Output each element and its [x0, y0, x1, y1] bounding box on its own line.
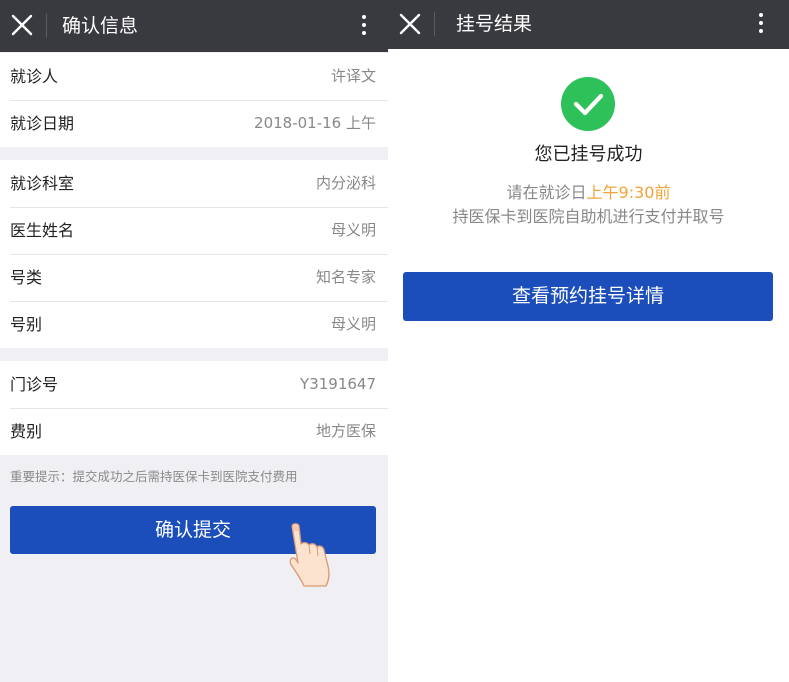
- info-row-department: 就诊科室 内分泌科: [0, 160, 388, 207]
- clinic-number-label: 门诊号: [10, 375, 59, 394]
- arrival-instruction: 请在就诊日上午9:30前: [388, 182, 789, 204]
- title-divider: [434, 12, 435, 36]
- info-row-doctor: 医生姓名 母义明: [0, 207, 388, 254]
- doctor-label: 医生姓名: [10, 221, 75, 240]
- patient-label: 就诊人: [10, 67, 59, 86]
- fee-type-value: 地方医保: [315, 422, 376, 440]
- info-row-ticket-type: 号类 知名专家: [0, 254, 388, 301]
- billing-info-group: 门诊号 Y3191647 费别 地方医保: [0, 361, 388, 455]
- confirm-top-bar: 确认信息: [0, 0, 388, 52]
- patient-value: 许译文: [330, 67, 376, 85]
- doctor-info-group: 就诊科室 内分泌科 医生姓名 母义明 号类 知名专家 号别 母义明: [0, 160, 388, 348]
- info-row-ticket-name: 号别 母义明: [0, 301, 388, 348]
- ticket-type-label: 号类: [10, 268, 43, 287]
- info-row-fee-type: 费别 地方医保: [0, 408, 388, 455]
- ticket-type-value: 知名专家: [315, 268, 376, 286]
- arrival-instruction-prefix: 请在就诊日: [506, 183, 587, 202]
- visit-date-label: 就诊日期: [10, 114, 75, 133]
- patient-info-group: 就诊人 许译文 就诊日期 2018-01-16 上午: [0, 53, 388, 147]
- title-divider: [46, 14, 47, 38]
- clinic-number-value: Y3191647: [300, 375, 376, 393]
- doctor-value: 母义明: [330, 221, 376, 239]
- ticket-name-value: 母义明: [330, 315, 376, 333]
- payment-instruction: 持医保卡到医院自助机进行支付并取号: [452, 207, 725, 226]
- fee-type-label: 费别: [10, 422, 43, 441]
- view-appointment-details-button[interactable]: 查看预约挂号详情: [403, 272, 773, 321]
- visit-date-value: 2018-01-16 上午: [254, 114, 376, 132]
- pointing-hand-icon: [284, 522, 336, 592]
- info-row-clinic-number: 门诊号 Y3191647: [0, 361, 388, 408]
- page-title: 确认信息: [62, 15, 139, 37]
- important-tip: 重要提示：提交成功之后需持医保卡到医院支付费用: [10, 469, 298, 484]
- check-circle-icon: [561, 77, 615, 131]
- confirm-info-screen: 确认信息 就诊人 许译文 就诊日期 2018-01-16 上午 就诊科室 内分泌…: [0, 0, 388, 682]
- arrival-time-highlight: 上午9:30前: [586, 183, 671, 202]
- registration-result-screen: 挂号结果 您已挂号成功 请在就诊日上午9:30前 持医保卡到医院自助机进行支付并…: [388, 0, 789, 682]
- more-vertical-icon[interactable]: [354, 13, 374, 39]
- result-top-bar: 挂号结果: [388, 0, 789, 49]
- department-value: 内分泌科: [315, 174, 376, 192]
- department-label: 就诊科室: [10, 174, 75, 193]
- info-row-patient: 就诊人 许译文: [0, 53, 388, 100]
- ticket-name-label: 号别: [10, 315, 43, 334]
- page-title: 挂号结果: [456, 13, 533, 35]
- info-row-visit-date: 就诊日期 2018-01-16 上午: [0, 100, 388, 147]
- close-icon[interactable]: [396, 10, 424, 38]
- more-vertical-icon[interactable]: [751, 11, 771, 37]
- close-icon[interactable]: [8, 11, 36, 39]
- success-message: 您已挂号成功: [534, 144, 643, 165]
